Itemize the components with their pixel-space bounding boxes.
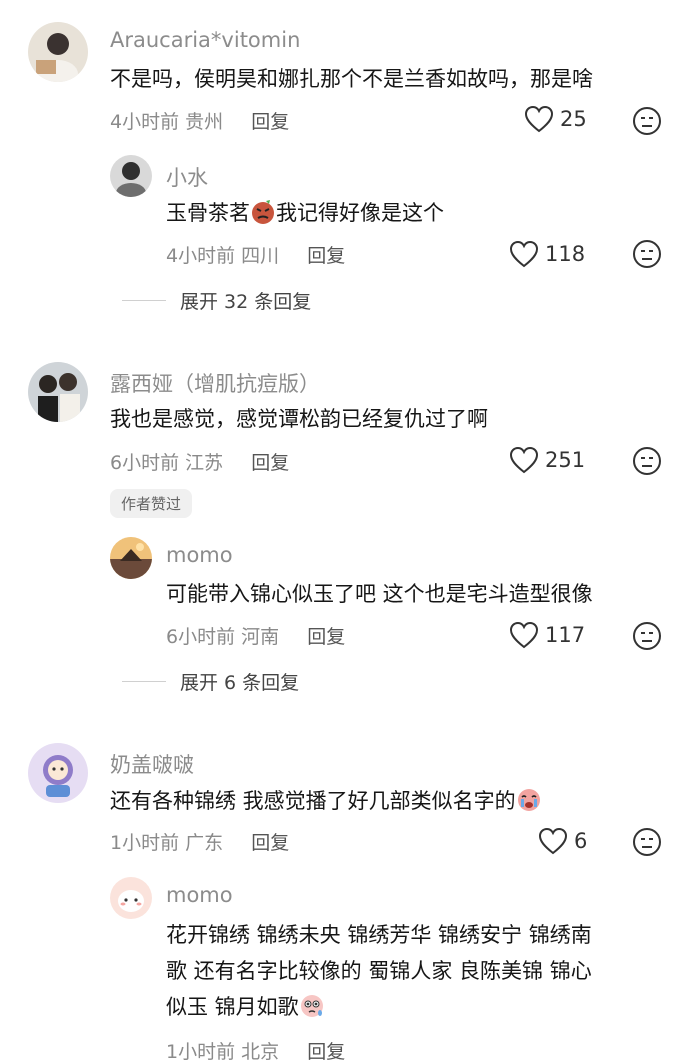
timestamp: 4小时前 [110,111,180,133]
like-button[interactable]: 251 [509,446,585,474]
timestamp: 1小时前 [110,832,180,854]
comment-text: 不是吗，侯明昊和娜扎那个不是兰香如故吗，那是啥 [110,67,593,91]
location: 贵州 [185,111,224,133]
comment-text: 我也是感觉，感觉谭松韵已经复仇过了啊 [110,407,488,431]
reply-button[interactable]: 回复 [307,1041,345,1063]
like-count: 117 [545,623,586,647]
heart-outline-icon [509,240,539,268]
frown-face-icon[interactable] [632,827,662,857]
reply-button[interactable]: 回复 [307,245,345,267]
comment-text: 可能带入锦心似玉了吧 这个也是宅斗造型很像 [166,582,593,606]
frown-face-icon[interactable] [632,239,662,269]
timestamp: 6小时前 [110,452,180,474]
location: 四川 [241,245,280,267]
like-count: 118 [545,242,586,266]
username[interactable]: 奶盖啵啵 [110,749,194,779]
avatar[interactable] [28,22,88,82]
reply-button[interactable]: 回复 [251,832,289,854]
heart-outline-icon [538,827,568,855]
username[interactable]: 小水 [166,162,208,192]
angry-face-emoji [252,200,274,224]
comment-meta: 4小时前 四川 回复 [166,241,345,268]
location: 河南 [241,626,280,648]
avatar[interactable] [110,155,152,197]
timestamp: 6小时前 [166,626,236,648]
username[interactable]: momo [166,883,233,907]
location: 北京 [241,1041,280,1063]
divider [122,681,166,682]
avatar[interactable] [110,877,152,919]
reply-button[interactable]: 回复 [307,626,345,648]
comment-meta: 1小时前 广东 回复 [110,828,289,855]
comment-text: 还有各种锦绣 我感觉播了好几部类似名字的 [110,784,542,819]
comment-text-line: 花开锦绣 锦绣未央 锦绣芳华 锦绣安宁 锦绣南 [166,923,592,947]
avatar[interactable] [28,362,88,422]
comment-text-line: 歌 还有名字比较像的 蜀锦人家 良陈美锦 锦心 [166,959,592,983]
avatar[interactable] [110,537,152,579]
like-count: 25 [560,107,587,131]
comment-meta: 6小时前 江苏 回复 [110,448,289,475]
location: 江苏 [185,452,224,474]
comment-meta: 6小时前 河南 回复 [166,622,345,649]
avatar[interactable] [28,743,88,803]
reply-button[interactable]: 回复 [251,452,289,474]
like-button[interactable]: 117 [509,621,585,649]
comment-meta: 4小时前 贵州 回复 [110,107,289,134]
comment-text: 玉骨茶茗 我记得好像是这个 [166,200,444,225]
frown-face-icon[interactable] [632,106,662,136]
frown-face-icon[interactable] [632,446,662,476]
location: 广东 [185,832,224,854]
heart-outline-icon [509,621,539,649]
author-liked-badge: 作者赞过 [110,489,193,518]
username[interactable]: momo [166,543,233,567]
timestamp: 4小时前 [166,245,236,267]
expand-replies-button[interactable]: 展开 32 条回复 [122,287,311,314]
frown-face-icon[interactable] [632,621,662,651]
like-button[interactable]: 25 [524,105,587,133]
like-count: 251 [545,448,586,472]
username[interactable]: Araucaria*vitomin [110,28,300,52]
comment-text-line: 似玉 锦月如歌 [166,990,325,1025]
like-button[interactable]: 6 [538,827,587,855]
crying-face-emoji [517,789,540,811]
timestamp: 1小时前 [166,1041,236,1063]
like-count: 6 [574,829,588,853]
heart-outline-icon [509,446,539,474]
comment-meta: 1小时前 北京 回复 [166,1037,345,1064]
pleading-face-emoji [300,995,323,1017]
divider [122,300,166,301]
reply-button[interactable]: 回复 [251,111,289,133]
username[interactable]: 露西娅（增肌抗痘版） [110,368,320,398]
expand-replies-button[interactable]: 展开 6 条回复 [122,668,299,695]
heart-outline-icon [524,105,554,133]
like-button[interactable]: 118 [509,240,585,268]
